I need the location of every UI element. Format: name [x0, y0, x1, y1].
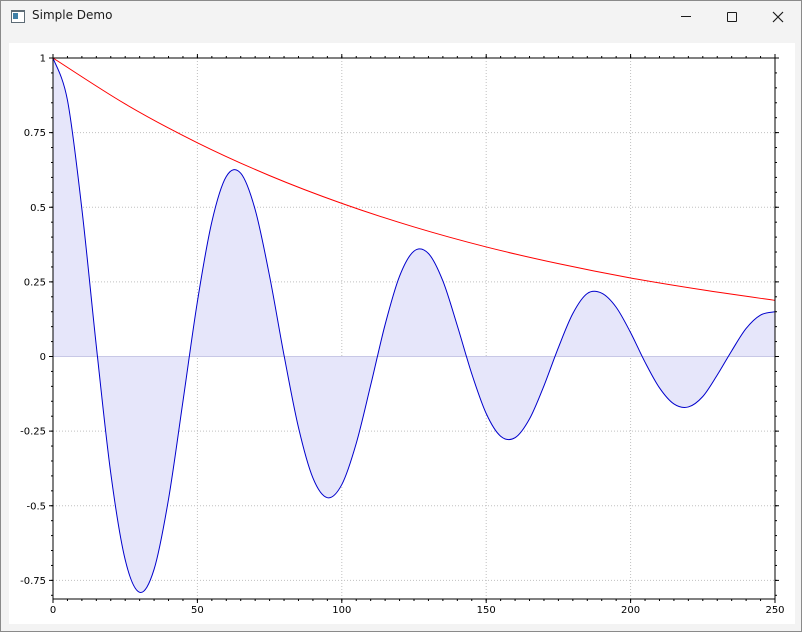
y-tick-label: 0.5	[30, 203, 46, 214]
x-tick-label: 50	[191, 605, 204, 616]
minimize-button[interactable]	[663, 1, 709, 32]
y-tick-label: -0.25	[20, 427, 46, 438]
x-tick-label: 200	[621, 605, 640, 616]
maximize-icon	[727, 11, 737, 22]
x-tick-label: 150	[477, 605, 496, 616]
y-tick-label: 1	[40, 54, 46, 65]
wave-area-fill	[53, 58, 775, 593]
app-window-icon	[11, 10, 25, 23]
plot-area: 1 0.75 0.5 0.25 0 -0.25 -0.5 -0.75 0 50 100 150 200…	[9, 43, 795, 624]
chart: 1 0.75 0.5 0.25 0 -0.25 -0.5 -0.75 0 50 100 150 200…	[20, 54, 784, 617]
title-bar[interactable]: Simple Demo	[1, 1, 801, 32]
y-tick-label: 0	[40, 352, 46, 363]
window-title: Simple Demo	[32, 8, 113, 22]
maximize-button[interactable]	[709, 1, 755, 32]
app-window: Simple Demo 1 0.75 0.5 0.25 0 -0.25 -0.5 -0.75 …	[0, 0, 802, 632]
x-tick-label: 0	[50, 605, 56, 616]
close-icon	[772, 11, 784, 22]
y-tick-label: -0.75	[20, 576, 46, 587]
y-tick-label: 0.25	[24, 277, 46, 288]
x-tick-label: 250	[765, 605, 784, 616]
y-tick-label: -0.5	[26, 501, 46, 512]
x-tick-label: 100	[332, 605, 351, 616]
wave-fill-layer	[53, 58, 775, 593]
y-tick-label: 0.75	[24, 128, 46, 139]
close-button[interactable]	[755, 1, 801, 32]
minimize-icon	[681, 16, 691, 17]
